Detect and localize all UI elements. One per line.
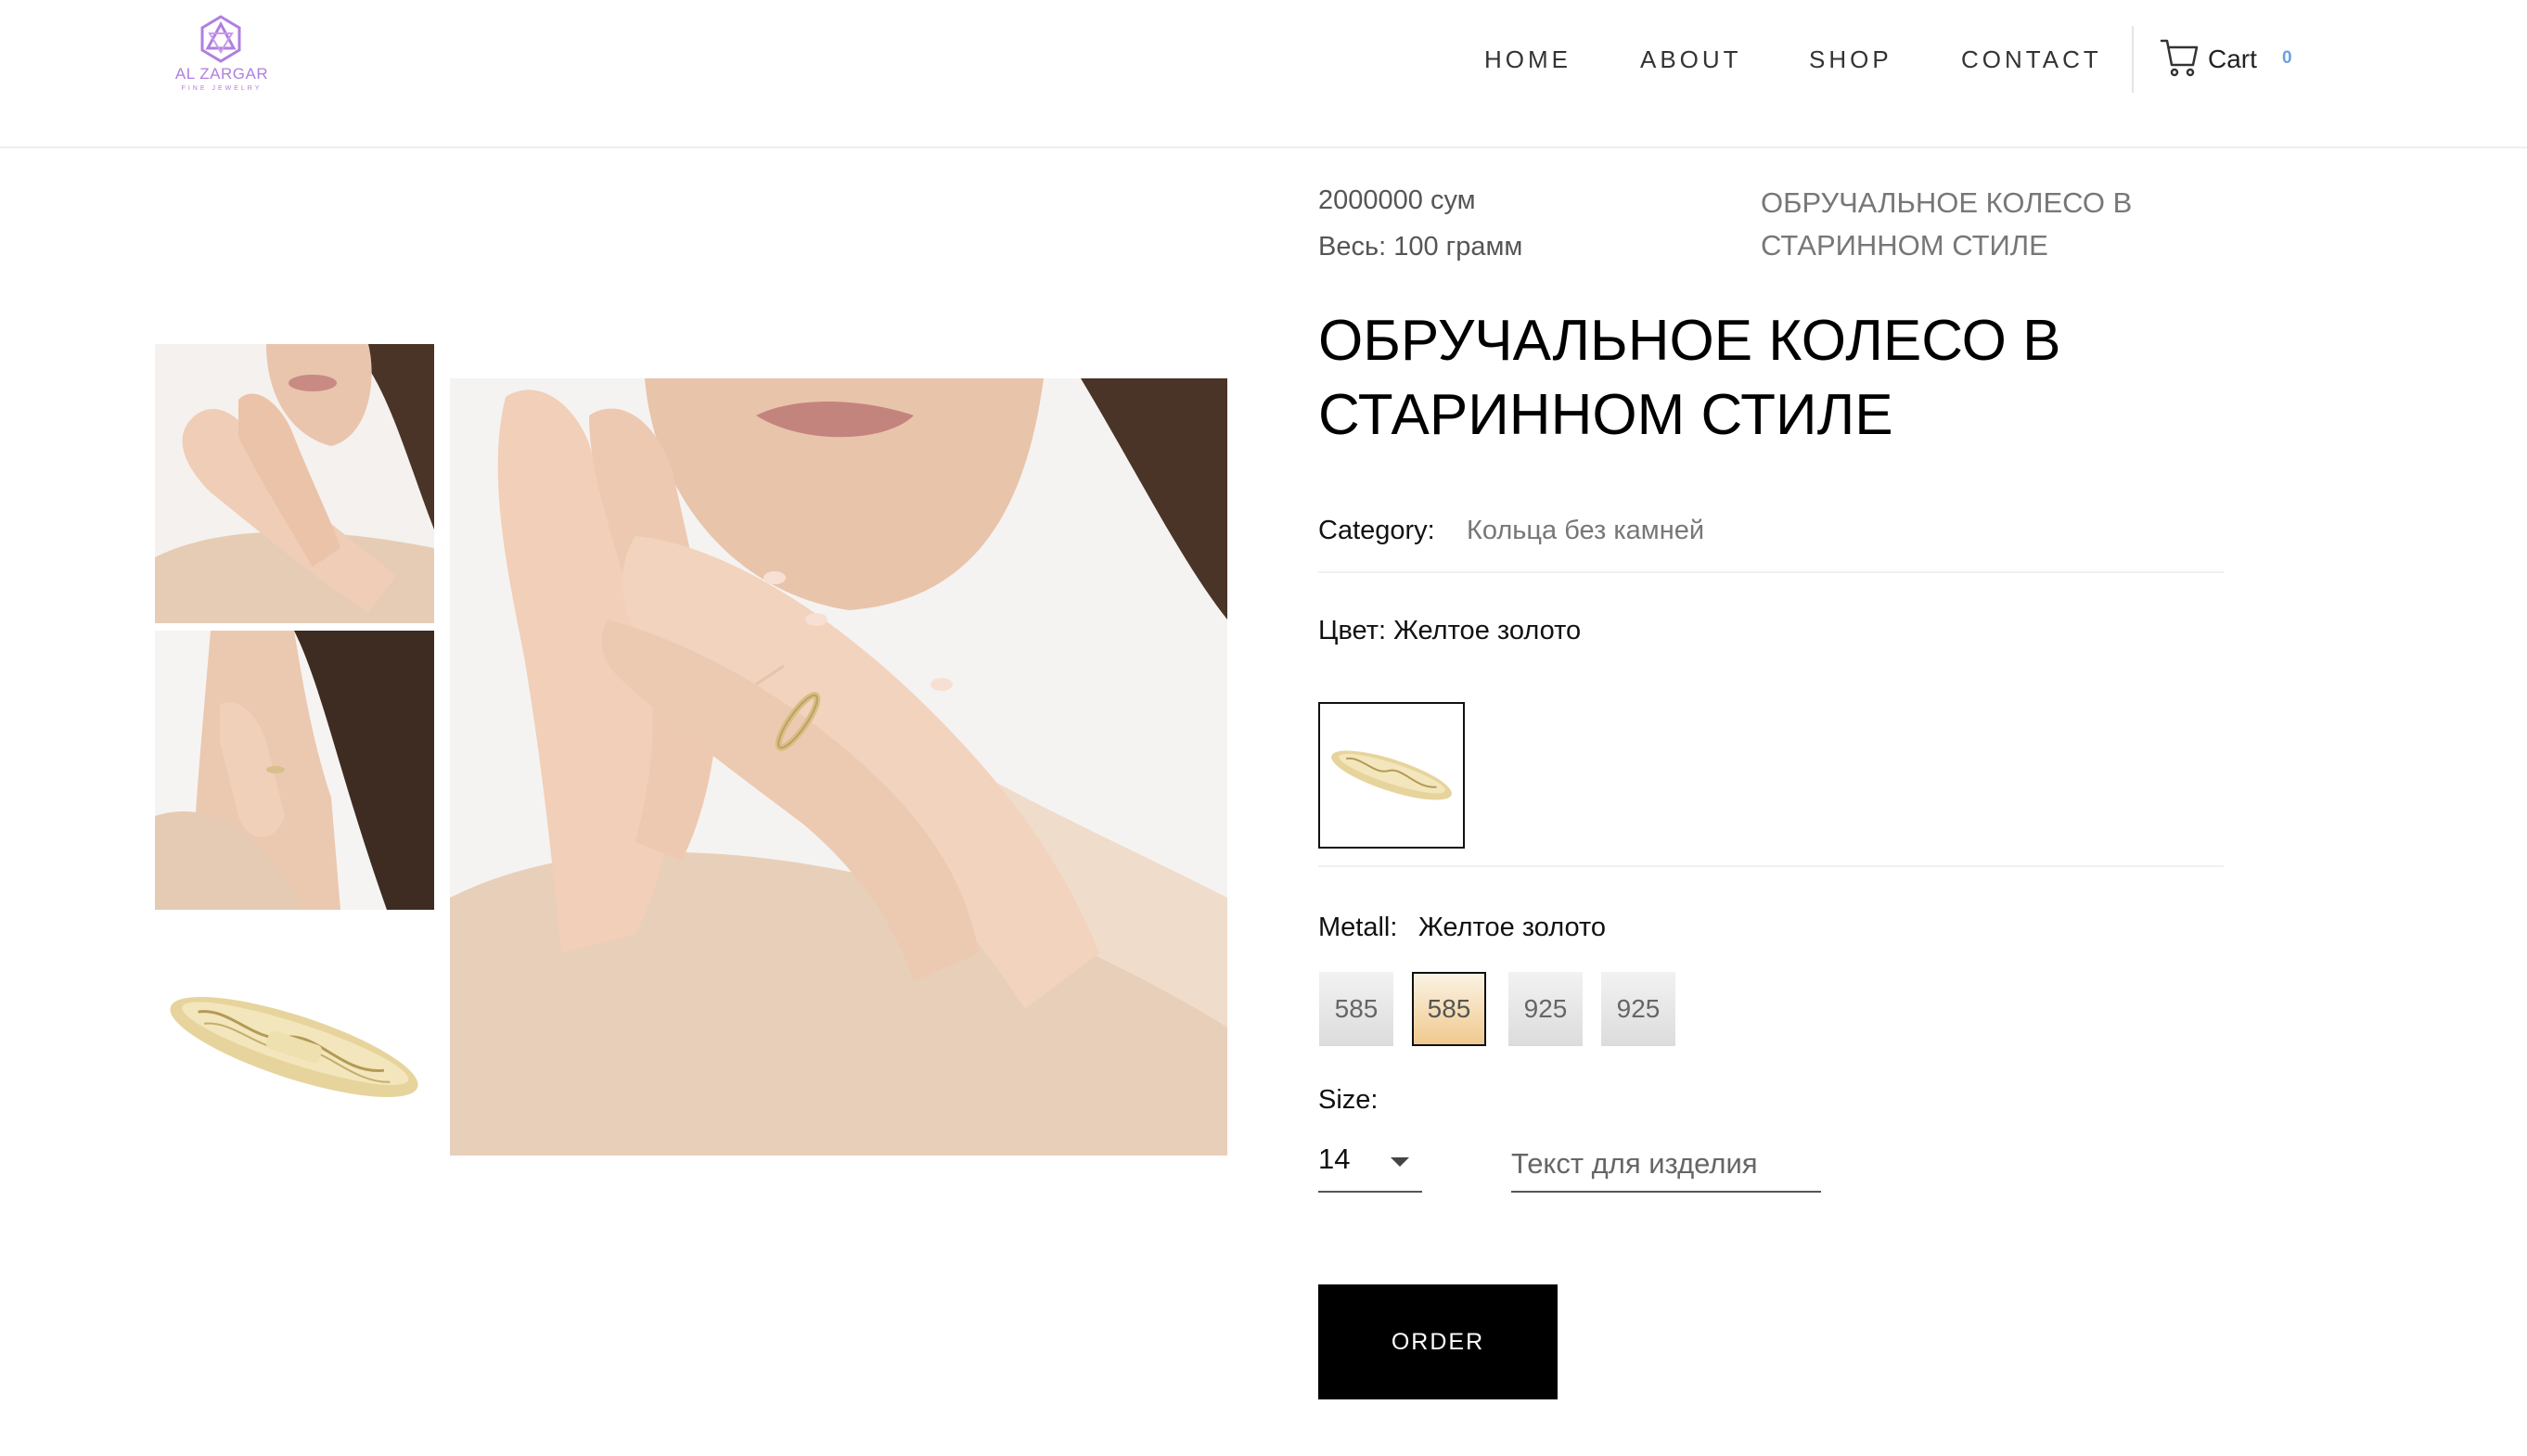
metall-label: Metall: bbox=[1318, 913, 1398, 942]
breadcrumb: ОБРУЧАЛЬНОЕ КОЛЕСО В СТАРИННОМ СТИЛЕ bbox=[1761, 186, 2133, 262]
metal-option-925[interactable]: 925 bbox=[1601, 972, 1675, 1046]
size-select[interactable]: 14 bbox=[1318, 1137, 1422, 1193]
metal-option-925[interactable]: 925 bbox=[1508, 972, 1583, 1046]
cart-icon bbox=[2160, 39, 2199, 77]
nav-shop[interactable]: SHOP bbox=[1809, 43, 1892, 76]
ring-swatch-image bbox=[1331, 750, 1452, 800]
brand-name: AL ZARGAR bbox=[174, 65, 269, 83]
brand-tagline: FINE JEWELRY bbox=[181, 85, 263, 92]
nav-home[interactable]: HOME bbox=[1484, 43, 1571, 76]
metal-option-585-selected[interactable]: 585 bbox=[1412, 972, 1486, 1046]
nav-contact[interactable]: CONTACT bbox=[1961, 43, 2102, 76]
size-label: Size: bbox=[1318, 1085, 1379, 1115]
category-link[interactable]: Кольца без камней bbox=[1467, 516, 1704, 546]
model-hands-photo bbox=[155, 344, 434, 623]
order-button[interactable]: ORDER bbox=[1318, 1284, 1558, 1399]
color-swatch-yellow-gold[interactable] bbox=[1318, 702, 1465, 849]
metal-option-585[interactable]: 585 bbox=[1319, 972, 1393, 1046]
brand-logo[interactable]: AL ZARGAR FINE JEWELRY bbox=[173, 15, 271, 98]
main-product-image bbox=[450, 378, 1227, 1156]
product-weight: Весь: 100 грамм bbox=[1318, 232, 1523, 262]
cart-label: Cart bbox=[2208, 45, 2257, 73]
chevron-down-icon bbox=[1391, 1157, 1409, 1167]
gold-ring-photo bbox=[155, 917, 434, 1196]
thumbnail-3[interactable] bbox=[155, 917, 434, 1196]
product-title: ОБРУЧАЛЬНОЕ КОЛЕСО В СТАРИННОМ СТИЛЕ bbox=[1318, 309, 2061, 447]
model-hands-main-photo bbox=[450, 378, 1227, 1156]
color-label: Цвет: Желтое золото bbox=[1318, 616, 1582, 645]
model-ear-photo bbox=[155, 631, 434, 910]
size-value: 14 bbox=[1318, 1143, 1351, 1175]
site-header: AL ZARGAR FINE JEWELRY HOME ABOUT SHOP C… bbox=[0, 0, 2527, 148]
divider bbox=[1318, 571, 2224, 573]
category-label: Category: bbox=[1318, 516, 1435, 545]
product-price: 2000000 сум bbox=[1318, 185, 1476, 215]
cart-count-badge: 0 bbox=[2282, 48, 2292, 68]
metall-value: Желтое золото bbox=[1418, 913, 1607, 942]
nav-about[interactable]: ABOUT bbox=[1640, 43, 1742, 76]
logo-icon bbox=[200, 15, 241, 63]
thumbnail-2[interactable] bbox=[155, 631, 434, 910]
thumbnail-1[interactable] bbox=[155, 344, 434, 623]
nav-divider bbox=[2132, 26, 2134, 93]
engraving-text-input[interactable] bbox=[1511, 1137, 1821, 1193]
divider bbox=[1318, 865, 2224, 867]
